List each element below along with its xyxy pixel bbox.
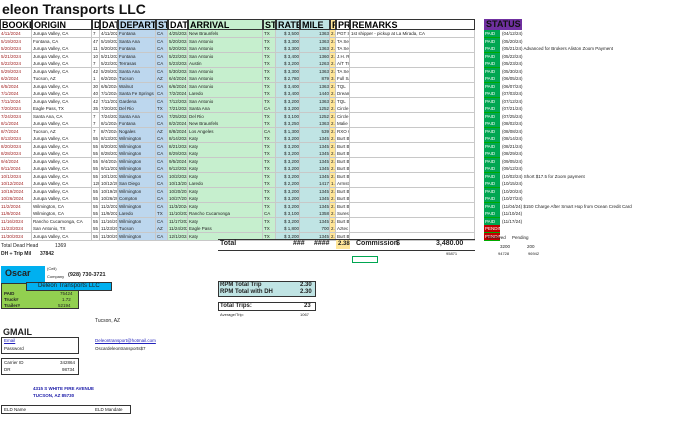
address-line-2: TUCSON, AZ 85730 <box>33 393 75 398</box>
column-header[interactable]: DATE (D <box>100 19 118 30</box>
eld-value: ELD Mandate <box>95 407 123 412</box>
column-header[interactable]: ORIGIN <box>32 19 92 30</box>
sheet-title: eleon Transports LLC <box>2 1 146 17</box>
dh-trip-label: DH ÷ Trip Mil <box>1 251 32 257</box>
oscar-truck-value: 1.72 <box>62 297 71 302</box>
rpm-avg-value: 2.38 <box>338 241 350 247</box>
column-header[interactable]: DHM <box>92 19 100 30</box>
received-value: 3200 <box>500 244 511 249</box>
gmail-password-value: Oscardeleontransports$7 <box>95 346 146 351</box>
total-trips-value: 23 <box>304 303 311 309</box>
dh-trip-value: 37842 <box>40 251 54 257</box>
rpm-total-trip-value: 2.30 <box>300 282 312 288</box>
dr-value: 98734 <box>62 367 75 372</box>
sub-total-a: 95871 <box>446 251 458 256</box>
avg-trip-label: Average/Trip: <box>220 312 244 317</box>
oscar-cell-label: (Cell) <box>47 266 57 271</box>
table-cell[interactable]: Jurupa Valley, CA <box>32 232 92 241</box>
oscar-company-label: Company <box>47 274 65 279</box>
column-header[interactable]: STA <box>156 19 168 30</box>
table-cell[interactable]: 55 <box>92 232 100 241</box>
column-header[interactable]: DEPARTU <box>118 19 156 30</box>
column-header[interactable]: PROVID <box>336 19 350 30</box>
total-trips-label: Total Trips: <box>220 303 252 309</box>
oscar-truck-label: Truck# <box>4 297 19 302</box>
column-header[interactable]: STA <box>263 19 276 30</box>
total-label: Total <box>220 240 237 247</box>
column-header[interactable]: DATE ( <box>168 19 188 30</box>
oscar-trailer-value: 52194 <box>58 303 71 308</box>
table-cell[interactable]: CA <box>156 232 168 241</box>
gmail-email-link[interactable]: Deleontransport@hotmail.com <box>95 338 156 343</box>
gmail-title: GMAIL <box>3 327 32 337</box>
rpm-total-trip-label: RPM Total Trip <box>220 282 262 288</box>
column-header[interactable]: BOOKED <box>0 19 32 30</box>
received-label: Received <box>487 235 506 240</box>
oscar-paid-value: 75424 <box>60 291 73 296</box>
column-header[interactable]: REMARKS <box>350 19 475 30</box>
column-header[interactable]: MILE <box>300 19 330 30</box>
oscar-paid-label: PAID <box>4 291 15 296</box>
column-header[interactable]: ARRIVAL <box>188 19 263 30</box>
gmail-password-label: Password <box>4 346 24 351</box>
table-cell[interactable]: Wilmington <box>118 232 156 241</box>
oscar-name: Oscar <box>5 268 31 278</box>
pending-value: 200 <box>527 244 535 249</box>
table-cell[interactable]: 11/30/2024 <box>0 232 32 241</box>
carrier-id-label: Carrier ID <box>4 360 24 365</box>
oscar-company: Deleon Transports LLC <box>38 283 100 289</box>
sub-total-b: 94728 <box>498 251 510 256</box>
commission-value: 3,480.00 <box>436 240 464 247</box>
table-cell[interactable]: 12/1/2024 <box>168 232 188 241</box>
eld-label: ELD Name <box>4 407 27 412</box>
dr-label: DR <box>4 367 11 372</box>
column-header[interactable]: RATE <box>276 19 300 30</box>
status-header: STATUS <box>484 19 522 30</box>
total-dead-head-label: Total Dead Head <box>1 243 39 249</box>
oscar-trailer-label: Trailer# <box>4 303 21 308</box>
commission-label: Commission <box>356 240 399 247</box>
total-hashes-b: #### <box>314 240 330 247</box>
avg-trip-value: 1067 <box>300 312 309 317</box>
oscar-phone: (928) 730-3721 <box>68 272 106 278</box>
commission-dollar: $ <box>396 240 400 247</box>
selected-cell[interactable] <box>352 256 378 263</box>
loads-table: 4/11/2024Jurupa Valley, CA74/11/2024Font… <box>0 30 475 241</box>
table-cell[interactable]: 11/30/2024 <box>100 232 118 241</box>
total-dead-head-value: 1369 <box>55 243 67 249</box>
carrier-id-value: 342864 <box>60 360 76 365</box>
total-hashes-a: ### <box>293 240 305 247</box>
pending-label: Pending <box>512 235 529 240</box>
rpm-total-dh-label: RPM Total with DH <box>220 289 273 295</box>
address-line-1: 4315 S WHITE FIRE AVENUE <box>33 386 95 391</box>
oscar-location: Tucson, AZ <box>95 318 121 324</box>
gmail-email-label[interactable]: Email <box>4 338 15 343</box>
sub-total-c: 96942 <box>528 251 540 256</box>
rpm-total-dh-value: 2.30 <box>300 289 312 295</box>
